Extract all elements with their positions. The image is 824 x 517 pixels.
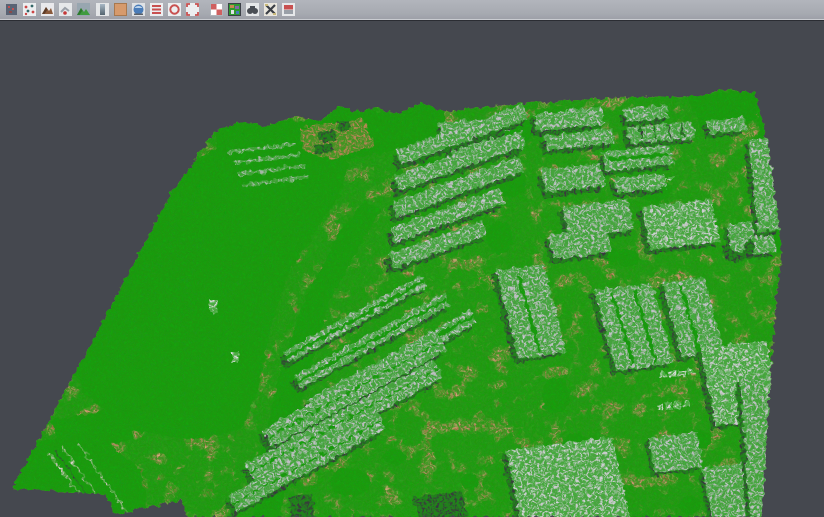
classification-palette-icon[interactable] bbox=[227, 3, 241, 17]
elevation-ramp-icon[interactable] bbox=[95, 3, 109, 17]
zoom-extents-icon[interactable] bbox=[186, 3, 200, 17]
circle-tool-icon[interactable] bbox=[168, 3, 182, 17]
ortho-image-icon[interactable] bbox=[113, 3, 127, 17]
main-toolbar bbox=[0, 0, 824, 20]
point-marker-icon[interactable] bbox=[59, 3, 73, 17]
grid-pattern-icon[interactable] bbox=[209, 3, 223, 17]
flag-tool-icon[interactable] bbox=[282, 3, 296, 17]
profile-lines-icon[interactable] bbox=[150, 3, 164, 17]
3d-viewport[interactable] bbox=[0, 21, 824, 517]
terrain-green-icon[interactable] bbox=[77, 3, 91, 17]
terrain-brown-icon[interactable] bbox=[40, 3, 54, 17]
binoculars-icon[interactable] bbox=[245, 3, 259, 17]
scatter-points-icon[interactable] bbox=[22, 3, 36, 17]
point-cloud-scene bbox=[0, 21, 824, 517]
cross-section-icon[interactable] bbox=[264, 3, 278, 17]
application-window bbox=[0, 0, 824, 517]
globe-icon[interactable] bbox=[131, 3, 145, 17]
open-data-icon[interactable] bbox=[4, 3, 18, 17]
